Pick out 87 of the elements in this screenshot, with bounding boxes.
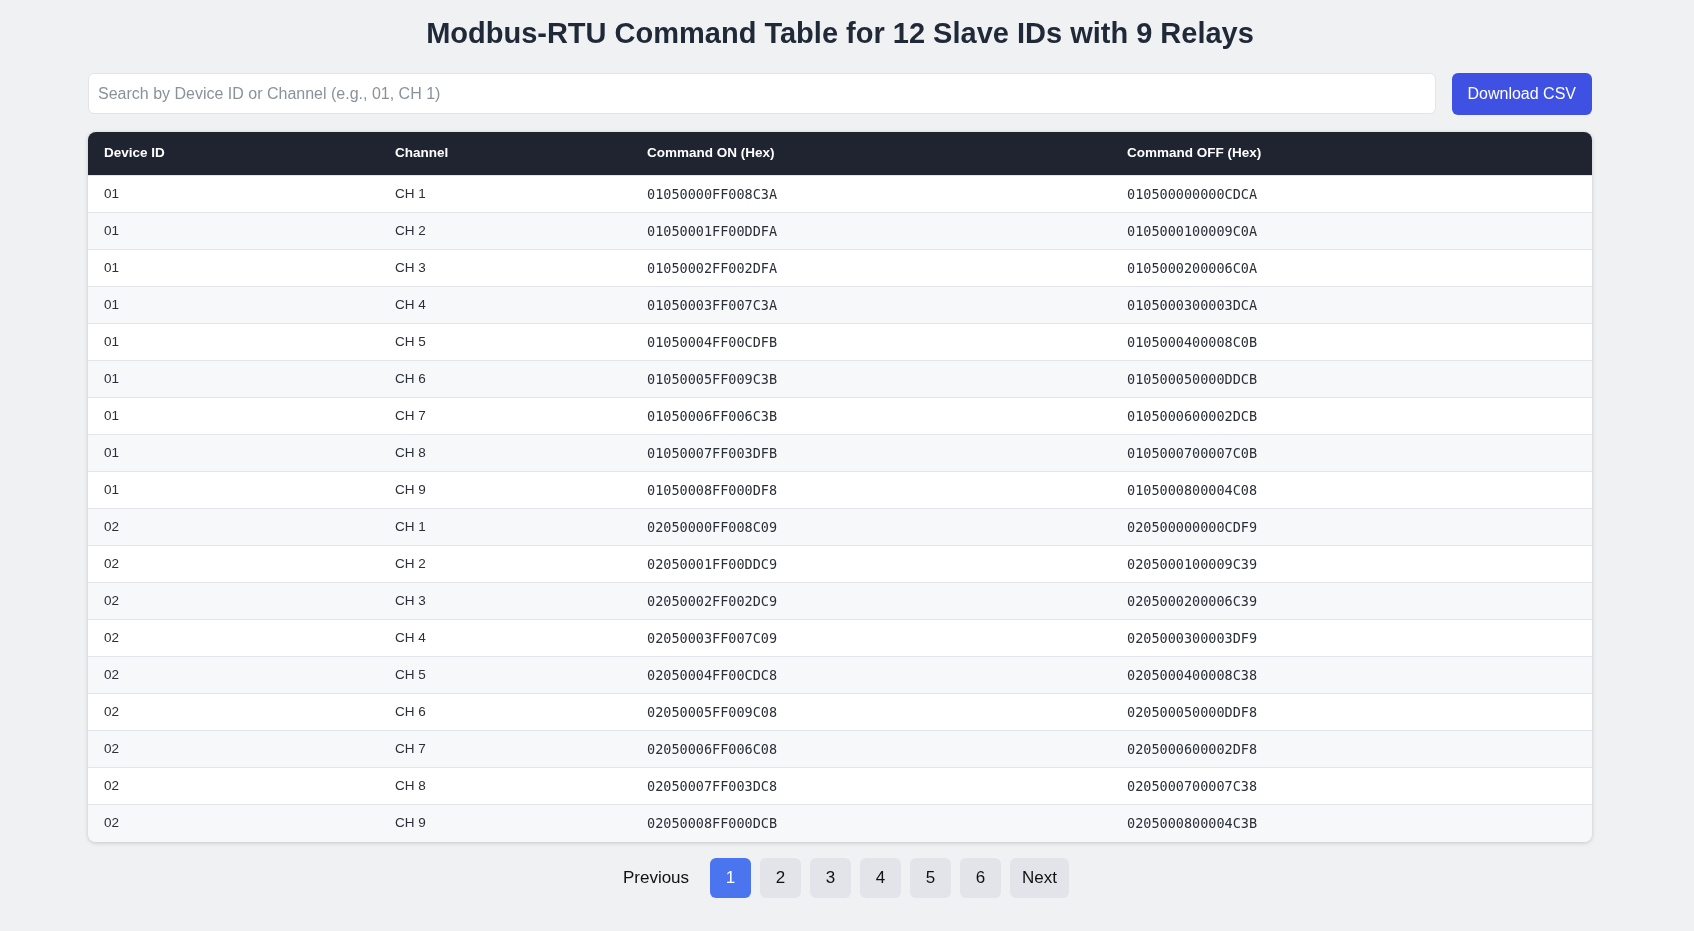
table-cell: 01 bbox=[88, 286, 379, 324]
table-cell: 01 bbox=[88, 212, 379, 250]
table-cell: CH 5 bbox=[379, 656, 631, 694]
table-cell: 01 bbox=[88, 434, 379, 472]
table-cell: 01 bbox=[88, 397, 379, 435]
table-cell: 0105000700007C0B bbox=[1111, 434, 1592, 472]
table-cell: 02 bbox=[88, 545, 379, 583]
table-cell: 02 bbox=[88, 693, 379, 731]
previous-button[interactable]: Previous bbox=[610, 857, 702, 898]
page-button[interactable]: 6 bbox=[960, 857, 1002, 898]
page-button[interactable]: 3 bbox=[810, 857, 852, 898]
table-cell: CH 2 bbox=[379, 545, 631, 583]
table-cell: CH 4 bbox=[379, 286, 631, 324]
table-cell: 02 bbox=[88, 619, 379, 657]
table-cell: CH 3 bbox=[379, 582, 631, 620]
table-cell: 01 bbox=[88, 360, 379, 398]
table-cell: CH 9 bbox=[379, 804, 631, 842]
table-cell: 0105000800004C08 bbox=[1111, 471, 1592, 509]
table-cell: 020500050000DDF8 bbox=[1111, 693, 1592, 731]
page-button[interactable]: 1 bbox=[710, 857, 752, 898]
table-cell: 01050004FF00CDFB bbox=[631, 323, 1111, 361]
table-cell: 01050003FF007C3A bbox=[631, 286, 1111, 324]
table-cell: 01 bbox=[88, 323, 379, 361]
table-cell: 01050005FF009C3B bbox=[631, 360, 1111, 398]
table-cell: 01 bbox=[88, 175, 379, 213]
table-cell: CH 1 bbox=[379, 175, 631, 213]
table-cell: 0205000700007C38 bbox=[1111, 767, 1592, 805]
table-cell: 02050000FF008C09 bbox=[631, 508, 1111, 546]
table-cell: 0205000800004C3B bbox=[1111, 804, 1592, 842]
page-button[interactable]: 2 bbox=[760, 857, 802, 898]
table-cell: 02 bbox=[88, 582, 379, 620]
table-cell: 02050005FF009C08 bbox=[631, 693, 1111, 731]
table-cell: 0205000100009C39 bbox=[1111, 545, 1592, 583]
column-header: Command ON (Hex) bbox=[631, 131, 1111, 176]
table-cell: 01 bbox=[88, 471, 379, 509]
table-cell: 01050008FF000DF8 bbox=[631, 471, 1111, 509]
table-cell: 010500000000CDCA bbox=[1111, 175, 1592, 213]
table-cell: 0205000400008C38 bbox=[1111, 656, 1592, 694]
table-cell: 02050002FF002DC9 bbox=[631, 582, 1111, 620]
table-cell: CH 4 bbox=[379, 619, 631, 657]
download-csv-button[interactable]: Download CSV bbox=[1451, 72, 1592, 115]
column-header: Command OFF (Hex) bbox=[1111, 131, 1592, 176]
table-cell: 01050000FF008C3A bbox=[631, 175, 1111, 213]
table-cell: CH 6 bbox=[379, 693, 631, 731]
table-cell: 02050006FF006C08 bbox=[631, 730, 1111, 768]
table-cell: CH 7 bbox=[379, 397, 631, 435]
table-cell: 010500050000DDCB bbox=[1111, 360, 1592, 398]
table-cell: 02050007FF003DC8 bbox=[631, 767, 1111, 805]
table-cell: 0105000200006C0A bbox=[1111, 249, 1592, 287]
page-button[interactable]: 4 bbox=[860, 857, 902, 898]
table-cell: 0105000300003DCA bbox=[1111, 286, 1592, 324]
next-button[interactable]: Next bbox=[1010, 857, 1070, 898]
table-cell: 02050004FF00CDC8 bbox=[631, 656, 1111, 694]
table-cell: 02 bbox=[88, 508, 379, 546]
table-cell: 01050006FF006C3B bbox=[631, 397, 1111, 435]
page-button[interactable]: 5 bbox=[910, 857, 952, 898]
table-cell: 01050002FF002DFA bbox=[631, 249, 1111, 287]
table-cell: 02050008FF000DCB bbox=[631, 804, 1111, 842]
table-cell: 0205000600002DF8 bbox=[1111, 730, 1592, 768]
table-cell: 0105000400008C0B bbox=[1111, 323, 1592, 361]
table-cell: 0205000300003DF9 bbox=[1111, 619, 1592, 657]
table-cell: 0105000600002DCB bbox=[1111, 397, 1592, 435]
table-cell: CH 5 bbox=[379, 323, 631, 361]
table-cell: CH 8 bbox=[379, 767, 631, 805]
table-cell: 02050001FF00DDC9 bbox=[631, 545, 1111, 583]
table-cell: 01050007FF003DFB bbox=[631, 434, 1111, 472]
table-cell: 0205000200006C39 bbox=[1111, 582, 1592, 620]
table-cell: 01 bbox=[88, 249, 379, 287]
table-cell: CH 7 bbox=[379, 730, 631, 768]
column-header: Device ID bbox=[88, 131, 379, 176]
table-cell: CH 1 bbox=[379, 508, 631, 546]
table-cell: 02 bbox=[88, 730, 379, 768]
table-cell: CH 6 bbox=[379, 360, 631, 398]
table-cell: 02 bbox=[88, 656, 379, 694]
table-cell: CH 9 bbox=[379, 471, 631, 509]
table-cell: CH 8 bbox=[379, 434, 631, 472]
page-title: Modbus-RTU Command Table for 12 Slave IDs with 9 Relays bbox=[425, 16, 1255, 51]
search-field[interactable]: Search by Device ID or Channel (e.g., 01, CH 1) bbox=[88, 73, 1436, 115]
table-cell: 02050003FF007C09 bbox=[631, 619, 1111, 657]
table-cell: 020500000000CDF9 bbox=[1111, 508, 1592, 546]
table-cell: 02 bbox=[88, 804, 379, 842]
table-cell: CH 3 bbox=[379, 249, 631, 287]
column-header: Channel bbox=[379, 131, 631, 176]
table-cell: 01050001FF00DDFA bbox=[631, 212, 1111, 250]
table-cell: 0105000100009C0A bbox=[1111, 212, 1592, 250]
table-cell: 02 bbox=[88, 767, 379, 805]
table-cell: CH 2 bbox=[379, 212, 631, 250]
